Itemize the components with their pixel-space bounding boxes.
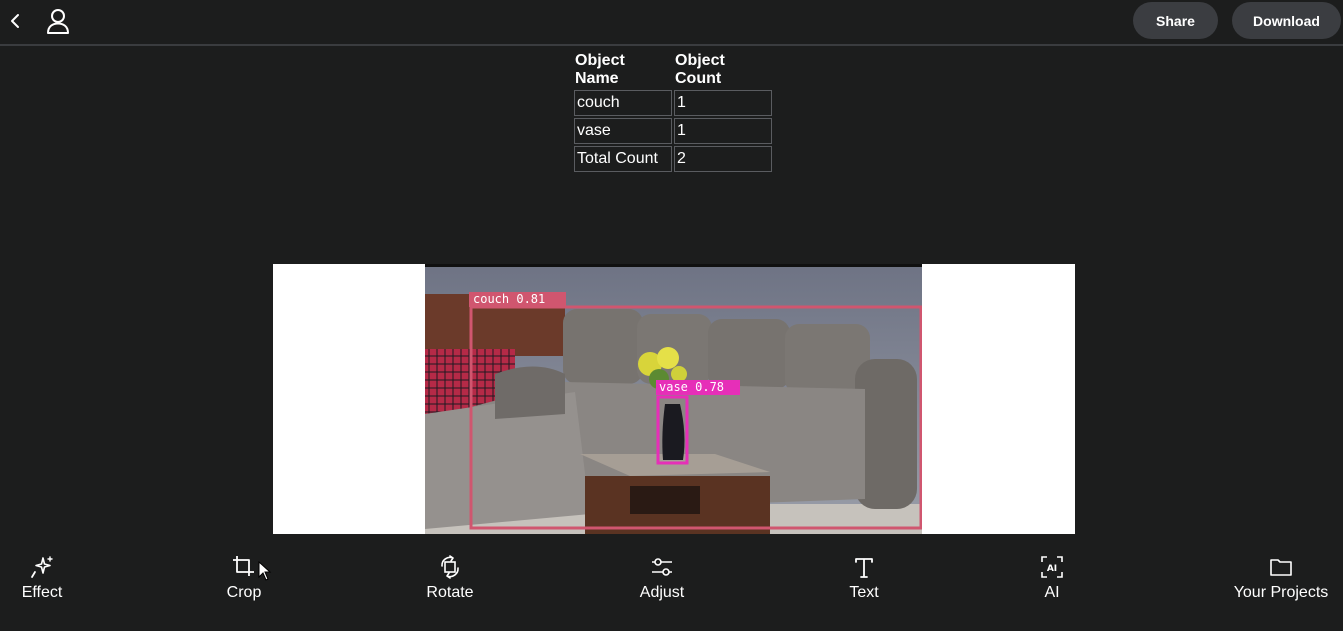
sliders-icon (652, 558, 672, 576)
total-count-value-cell: 2 (674, 146, 772, 172)
back-icon[interactable] (6, 10, 24, 32)
detection-table: Object Name Object Count couch 1 vase 1 … (572, 50, 774, 174)
rotate-tool-button[interactable]: Rotate (424, 548, 476, 602)
effect-tool-button[interactable]: Effect (20, 548, 64, 602)
crop-label: Crop (226, 584, 262, 601)
your-projects-label: Your Projects (1233, 584, 1329, 601)
share-button[interactable]: Share (1133, 2, 1218, 39)
column-header-object-count: Object Count (675, 52, 725, 87)
text-tool-button[interactable]: Text (844, 548, 884, 602)
adjust-label: Adjust (639, 584, 685, 601)
text-label: Text (849, 584, 879, 601)
couch-detection-label: couch 0.81 (473, 292, 545, 306)
object-count-cell: 1 (674, 118, 772, 144)
download-button[interactable]: Download (1232, 2, 1341, 39)
user-icon[interactable] (44, 7, 72, 35)
text-icon (855, 558, 873, 578)
svg-text:AI: AI (1047, 564, 1057, 574)
column-header-object-name: Object Name (575, 52, 625, 87)
crop-icon (233, 556, 254, 576)
object-count-cell: 1 (674, 90, 772, 116)
ai-label: AI (1044, 584, 1060, 601)
table-row: couch 1 (574, 90, 772, 116)
ai-tool-button[interactable]: AI AI (1034, 548, 1070, 602)
top-bar: Share Download (0, 0, 1343, 46)
table-header-row: Object Name Object Count (574, 52, 772, 88)
folder-icon (1270, 559, 1292, 576)
mouse-cursor-icon (258, 561, 272, 581)
rotate-icon (441, 555, 459, 579)
your-projects-button[interactable]: Your Projects (1232, 548, 1330, 602)
vase-detection-label: vase 0.78 (659, 380, 724, 394)
table-row: Total Count 2 (574, 146, 772, 172)
total-count-label-cell: Total Count (574, 146, 672, 172)
table-row: vase 1 (574, 118, 772, 144)
effect-label: Effect (21, 584, 63, 601)
adjust-tool-button[interactable]: Adjust (636, 548, 688, 602)
object-name-cell: vase (574, 118, 672, 144)
sparkle-icon (31, 556, 53, 578)
image-canvas[interactable]: couch 0.81 vase 0.78 (273, 264, 1075, 534)
object-name-cell: couch (574, 90, 672, 116)
rotate-label: Rotate (426, 584, 474, 601)
detection-photo: couch 0.81 vase 0.78 (425, 264, 922, 534)
bottom-toolbar: Effect Crop Rotate Adjust Text AI AI You… (0, 548, 1343, 631)
ai-icon: AI (1041, 556, 1063, 578)
